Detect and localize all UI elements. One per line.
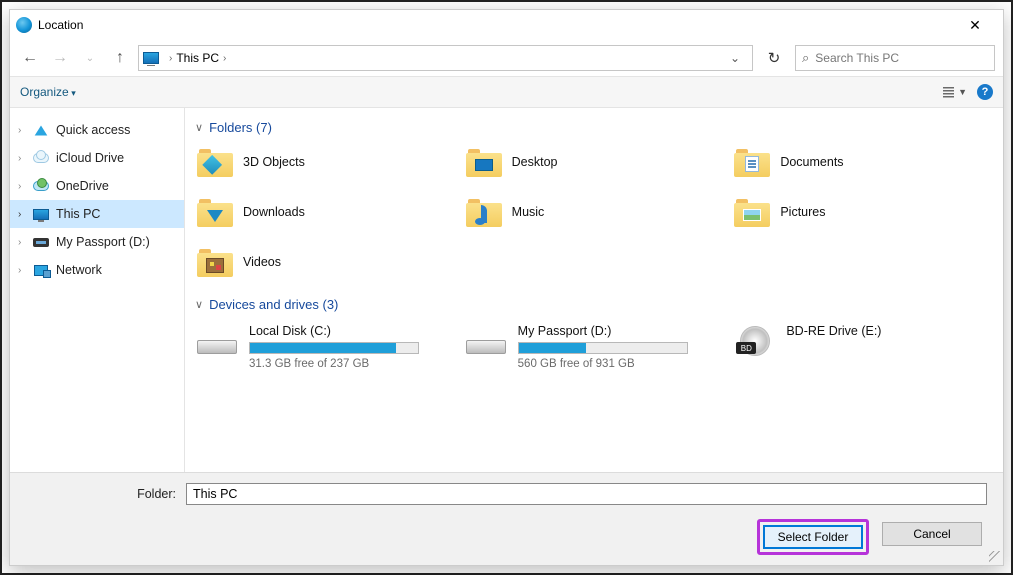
section-header-drives[interactable]: Devices and drives (3) <box>195 297 993 312</box>
cancel-button[interactable]: Cancel <box>882 522 982 546</box>
cloud-icon <box>32 149 50 167</box>
pc-icon <box>32 205 50 223</box>
folder-label: Pictures <box>780 205 825 219</box>
app-icon <box>16 17 32 33</box>
folder-downloads[interactable]: Downloads <box>195 195 456 229</box>
tree-item-icloud-drive[interactable]: › iCloud Drive <box>10 144 184 172</box>
chevron-right-icon[interactable]: › <box>165 53 176 64</box>
forward-button: → <box>48 46 72 70</box>
back-button[interactable]: ← <box>18 46 42 70</box>
organize-menu[interactable]: Organize <box>20 85 76 99</box>
drive-free-space: 560 GB free of 931 GB <box>518 358 688 370</box>
drive-icon <box>466 324 508 356</box>
drive-bd-re-drive-e-[interactable]: BD BD-RE Drive (E:) <box>732 322 993 372</box>
folder-documents[interactable]: Documents <box>732 145 993 179</box>
chevron-right-icon[interactable]: › <box>18 125 32 136</box>
recent-dropdown[interactable]: ⌄ <box>78 46 102 70</box>
help-button[interactable]: ? <box>977 84 993 100</box>
folder-icon <box>197 197 233 227</box>
folder-label: Desktop <box>512 155 558 169</box>
net-icon <box>32 261 50 279</box>
view-list-icon <box>943 87 954 98</box>
tree-item-label: Network <box>56 263 102 277</box>
tree-item-label: My Passport (D:) <box>56 235 150 249</box>
drive-free-space: 31.3 GB free of 237 GB <box>249 358 419 370</box>
address-bar[interactable]: › This PC › ⌄ <box>138 45 753 71</box>
content-pane: Folders (7) 3D Objects Desktop Documents… <box>185 108 1003 472</box>
folder-3d-objects[interactable]: 3D Objects <box>195 145 456 179</box>
up-button[interactable]: ↑ <box>108 46 132 70</box>
folder-input[interactable] <box>186 483 987 505</box>
folder-label: 3D Objects <box>243 155 305 169</box>
pc-icon <box>143 52 159 64</box>
folder-icon <box>197 247 233 277</box>
folder-icon <box>197 147 233 177</box>
tree-item-onedrive[interactable]: › OneDrive <box>10 172 184 200</box>
navigation-tree: › Quick access› iCloud Drive› OneDrive› … <box>10 108 185 472</box>
folder-label: Downloads <box>243 205 305 219</box>
capacity-bar <box>518 342 688 354</box>
folder-label: Documents <box>780 155 843 169</box>
folder-label: Videos <box>243 255 281 269</box>
chevron-right-icon[interactable]: › <box>18 209 32 220</box>
tree-item-label: This PC <box>56 207 100 221</box>
chevron-right-icon[interactable]: › <box>18 153 32 164</box>
folder-videos[interactable]: Videos <box>195 245 456 279</box>
drive-my-passport-d-[interactable]: My Passport (D:) 560 GB free of 931 GB <box>464 322 725 372</box>
breadcrumb-this-pc[interactable]: This PC <box>176 51 219 65</box>
address-dropdown[interactable]: ⌄ <box>722 51 748 65</box>
tree-item-network[interactable]: › Network <box>10 256 184 284</box>
window-title: Location <box>38 18 83 32</box>
folder-pictures[interactable]: Pictures <box>732 195 993 229</box>
folder-music[interactable]: Music <box>464 195 725 229</box>
tree-item-my-passport-d-[interactable]: › My Passport (D:) <box>10 228 184 256</box>
section-header-folders[interactable]: Folders (7) <box>195 120 993 135</box>
drive-local-disk-c-[interactable]: Local Disk (C:) 31.3 GB free of 237 GB <box>195 322 456 372</box>
navigation-bar: ← → ⌄ ↑ › This PC › ⌄ ↻ ⌕ Search This PC <box>10 40 1003 76</box>
chevron-right-icon[interactable]: › <box>219 53 230 64</box>
close-button[interactable]: ✕ <box>953 10 997 40</box>
search-placeholder: Search This PC <box>815 51 899 65</box>
chevron-right-icon[interactable]: › <box>18 181 32 192</box>
select-folder-button[interactable]: Select Folder <box>763 525 863 549</box>
tree-item-label: Quick access <box>56 123 130 137</box>
drive-label: My Passport (D:) <box>518 324 688 338</box>
tree-item-label: iCloud Drive <box>56 151 124 165</box>
capacity-bar <box>249 342 419 354</box>
toolbar: Organize ▼ ? <box>10 76 1003 108</box>
drive-icon: BD <box>734 324 776 356</box>
folder-label: Music <box>512 205 545 219</box>
ext-icon <box>32 233 50 251</box>
search-box[interactable]: ⌕ Search This PC <box>795 45 995 71</box>
bottom-panel: Folder: Select Folder Cancel <box>10 472 1003 565</box>
resize-grip[interactable] <box>989 551 1001 563</box>
tree-item-quick-access[interactable]: › Quick access <box>10 116 184 144</box>
chevron-right-icon[interactable]: › <box>18 237 32 248</box>
onedrive-icon <box>32 177 50 195</box>
folder-field-label: Folder: <box>26 487 176 501</box>
title-bar: Location ✕ <box>10 10 1003 40</box>
folder-icon <box>466 197 502 227</box>
search-icon: ⌕ <box>802 50 809 66</box>
view-options-button[interactable]: ▼ <box>943 87 967 98</box>
drive-icon <box>197 324 239 356</box>
drive-label: Local Disk (C:) <box>249 324 419 338</box>
folder-icon <box>734 147 770 177</box>
tree-item-this-pc[interactable]: › This PC <box>10 200 184 228</box>
folder-icon <box>466 147 502 177</box>
star-icon <box>32 121 50 139</box>
folder-desktop[interactable]: Desktop <box>464 145 725 179</box>
drive-label: BD-RE Drive (E:) <box>786 324 881 338</box>
refresh-button[interactable]: ↻ <box>759 45 789 71</box>
chevron-right-icon[interactable]: › <box>18 265 32 276</box>
folder-icon <box>734 197 770 227</box>
tree-item-label: OneDrive <box>56 179 109 193</box>
